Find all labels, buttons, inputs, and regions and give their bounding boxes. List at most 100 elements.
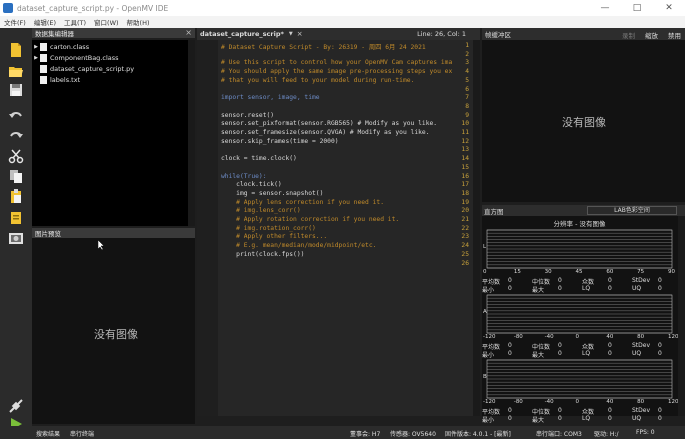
save-icon[interactable] [8,82,24,98]
code-line: clock = time.clock() [221,155,297,163]
maximize-icon[interactable]: □ [621,0,653,16]
menu-file[interactable]: 文件(F) [4,17,26,27]
openmv-app-icon [3,3,13,13]
stat-value: 0 [508,277,512,284]
image-preview: 没有图像 [32,238,195,424]
code-line: clock.tick() [221,181,282,189]
redo-icon[interactable] [8,128,24,144]
editor-vscrollbar[interactable] [473,40,480,416]
paste-icon[interactable] [8,188,24,204]
code-line: # E.g. mean/median/mode/midpoint/etc. [221,242,377,250]
folder-icon [40,54,47,62]
stat-value: 0 [558,277,562,284]
histogram-panel: 分辨率 - 没有图像 L 0 15 30 45 60 75 90 平均数 0 中位数 0 众数 0 StDe… [482,216,685,424]
cut-icon[interactable] [8,148,24,164]
histogram-chart [486,359,673,399]
histogram-tick-label: 40 [606,334,614,340]
file-browser-header: 数据集编辑器 × [32,28,195,38]
histogram-tick-label: -120 [483,399,496,405]
stat-name: UQ [632,415,642,422]
histogram-tick-label: 60 [606,269,614,275]
file-browser-close-icon[interactable]: × [185,28,192,37]
zoom-button[interactable]: 缩放 [645,30,658,40]
serial-terminal-tab[interactable]: 串行终端 [70,429,94,438]
new-file-icon[interactable] [8,42,24,58]
histogram-scrollbar[interactable] [678,216,685,416]
record-button[interactable]: 录制 [622,30,635,40]
stat-value: 0 [558,342,562,349]
line-number: 2 [465,50,469,58]
line-number: 13 [461,146,469,154]
histogram-tick-label: 80 [637,334,645,340]
stat-value: 0 [608,407,612,414]
histogram-tick-label: 45 [575,269,583,275]
title-bar: dataset_capture_script.py - OpenMV IDE —… [0,0,685,16]
capture-image-icon[interactable] [8,230,24,246]
expand-arrow-icon[interactable]: ▶ [32,44,40,50]
stat-value: 0 [558,415,562,422]
tab-dropdown-icon[interactable]: ▼ [289,31,293,37]
stat-value: 0 [558,407,562,414]
file-item[interactable]: ▶ carton.class [32,42,89,52]
fps-label: FPS: 0 [636,429,655,436]
frame-buffer-header: 帧缓冲区 录制 缩放 禁用 [482,28,685,40]
connect-icon[interactable] [8,398,24,414]
open-folder-icon[interactable] [8,63,24,79]
code-line: # Apply rotation correction if you need … [221,216,400,223]
histogram-tick-label: 30 [544,269,552,275]
stat-value: 0 [608,415,612,422]
histogram-tick-label: 15 [513,269,521,275]
line-number: 12 [461,137,469,145]
line-number: 5 [465,76,469,84]
folder-icon [40,43,47,51]
stat-value: 0 [508,342,512,349]
file-item[interactable]: dataset_capture_script.py [32,64,134,74]
code-line: sensor.set_pixformat(sensor.RGB565) # Mo… [221,120,438,128]
menu-edit[interactable]: 编辑(E) [34,17,56,27]
color-space-select[interactable]: LAB色彩空间 [587,206,677,215]
code-line: while(True): [221,172,267,180]
editor-tab[interactable]: dataset_capture_scrip* [197,28,287,40]
histogram-tick-label: 90 [668,269,675,275]
firmware-label[interactable]: 固件版本: 4.0.1 - [最新] [445,429,511,438]
code-line: # Apply other filters... [221,233,328,241]
code-line: sensor.set_framesize(sensor.QVGA) # Modi… [221,129,430,136]
histogram-tick-label: 75 [637,269,645,275]
line-col-indicator: Line: 26, Col: 1 [417,30,466,38]
search-results-tab[interactable]: 搜索结果 [36,429,60,438]
file-item[interactable]: labels.txt [32,75,80,85]
dataset-icon[interactable] [8,210,24,226]
file-item[interactable]: ▶ ComponentBag.class [32,53,119,63]
menu-tools[interactable]: 工具(T) [64,17,86,27]
histogram-tick-label: 0 [575,399,580,405]
stat-value: 0 [658,342,662,349]
line-number: 17 [461,181,469,189]
close-icon[interactable]: ✕ [653,0,685,16]
stat-name: LQ [582,415,591,422]
line-number: 4 [465,68,469,76]
stat-name: StDev [632,407,651,414]
histogram-tick-label: -40 [544,334,554,340]
code-line: # Dataset Capture Script - By: 26319 - 周… [221,44,426,51]
code-editor[interactable]: 1 # Dataset Capture Script - By: 26319 - … [197,40,480,416]
histogram-tick-label: -80 [513,334,523,340]
menu-window[interactable]: 窗口(W) [94,17,119,27]
histogram-tick-label: 40 [606,399,614,405]
code-line: import sensor, image, time [221,94,320,102]
line-number: 10 [461,120,469,128]
disable-button[interactable]: 禁用 [668,30,681,40]
histogram-tick-label: 0 [575,334,580,340]
line-number: 25 [461,250,469,258]
file-browser-scrollbar[interactable] [188,40,195,226]
histogram-channel-label: B [483,374,487,380]
frame-buffer: 没有图像 [482,40,685,202]
minimize-icon[interactable]: — [589,0,621,16]
undo-icon[interactable] [8,108,24,124]
stat-name: StDev [632,277,651,284]
tab-close-icon[interactable]: × [297,30,303,38]
file-browser: ▶ carton.class ▶ ComponentBag.class data… [32,40,195,226]
line-number: 11 [461,129,469,136]
menu-help[interactable]: 帮助(H) [127,17,150,27]
copy-icon[interactable] [8,168,24,184]
expand-arrow-icon[interactable]: ▶ [32,55,40,61]
